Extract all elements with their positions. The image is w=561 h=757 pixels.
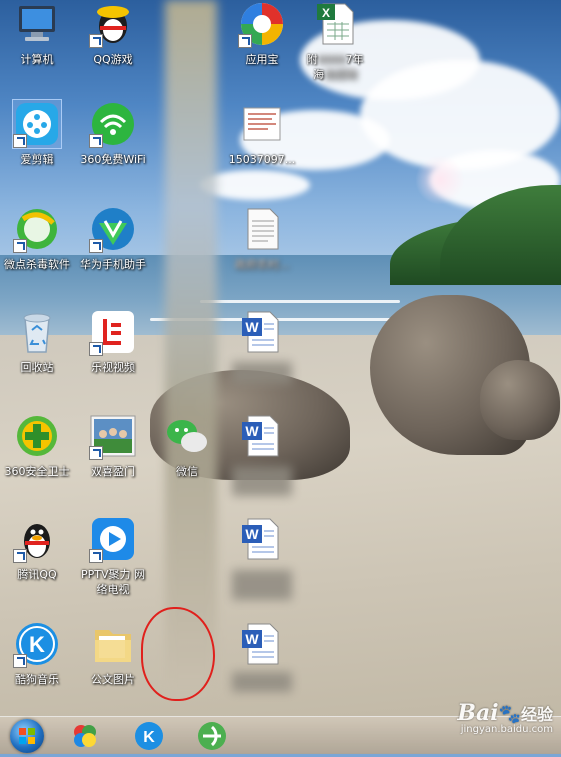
icon-label: 计算机 xyxy=(20,53,54,66)
watermark-logo-cn: 经验 xyxy=(520,705,553,724)
icon-label: 酷狗音乐 xyxy=(15,673,59,686)
shortcut-arrow-icon xyxy=(238,34,252,48)
shortcut-arrow-icon xyxy=(89,239,103,253)
icon-label: 爱剪辑 xyxy=(20,153,54,166)
desktop-icon-huawei-assistant[interactable]: 华为手机助手 xyxy=(76,205,150,272)
icon-label: 微信 xyxy=(176,465,198,478)
shortcut-arrow-icon xyxy=(13,654,27,668)
desktop-icon-kugou[interactable]: K 酷狗音乐 xyxy=(0,620,74,687)
desktop-icon-360-wifi[interactable]: 360免费WiFi xyxy=(76,100,150,167)
svg-text:W: W xyxy=(245,423,259,439)
desktop-icon-qq[interactable]: 腾讯QQ xyxy=(0,515,74,582)
icon-label: 双喜盈门 xyxy=(91,465,135,478)
baidu-watermark: Bai🐾经验 jingyan.baidu.com xyxy=(457,700,553,735)
icon-label: 华为手机助手 xyxy=(80,258,146,271)
icon-label: 360安全卫士 xyxy=(4,465,70,478)
kugou-icon[interactable]: K xyxy=(134,721,164,751)
desktop-icon-360-security[interactable]: 360安全卫士 xyxy=(0,412,74,479)
highlight-circle xyxy=(141,607,215,701)
svg-text:K: K xyxy=(143,729,155,746)
document-thumbnail-icon xyxy=(243,107,281,141)
blurred-label xyxy=(232,672,292,692)
blurred-label xyxy=(232,570,292,600)
excel-file-icon: X xyxy=(317,3,354,45)
folder-icon xyxy=(95,630,131,662)
icon-label: 腾讯QQ xyxy=(17,568,57,581)
shortcut-arrow-icon xyxy=(89,134,103,148)
icon-label: 乐视视频 xyxy=(91,361,135,374)
watermark-logo: Bai xyxy=(457,700,499,726)
icon-label: 回收站 xyxy=(20,361,54,374)
security-guard-icon xyxy=(17,416,57,456)
start-orb-icon[interactable] xyxy=(10,719,44,753)
colorful-app-icon[interactable] xyxy=(70,721,100,751)
desktop-icon-computer[interactable]: 计算机 xyxy=(0,0,74,67)
word-file-icon: W xyxy=(242,415,279,457)
desktop-icon-pptv[interactable]: PPTV聚力 网络电视 xyxy=(76,515,150,597)
shortcut-arrow-icon xyxy=(13,239,27,253)
desktop-icon-recycle-bin[interactable]: 回收站 xyxy=(0,308,74,375)
shortcut-arrow-icon xyxy=(13,549,27,563)
svg-text:W: W xyxy=(245,319,259,335)
icon-label: PPTV聚力 网络电视 xyxy=(80,568,145,596)
shortcut-arrow-icon xyxy=(89,34,103,48)
watermark-url: jingyan.baidu.com xyxy=(460,724,553,735)
desktop-icon-word-doc[interactable]: W xyxy=(225,412,299,460)
icon-label: 微点杀毒软件 xyxy=(4,258,70,271)
desktop-icon-word-doc[interactable]: W xyxy=(225,515,299,563)
blurred-region xyxy=(165,0,217,690)
blurred-label xyxy=(232,466,292,496)
svg-text:K: K xyxy=(29,632,45,657)
word-file-icon: W xyxy=(242,518,279,560)
shortcut-arrow-icon xyxy=(89,342,103,356)
recycle-bin-icon xyxy=(23,313,51,353)
icon-label: 应用宝 xyxy=(245,53,279,66)
shortcut-arrow-icon xyxy=(13,134,27,148)
desktop-icon-word-doc[interactable]: W xyxy=(225,308,299,356)
shortcut-arrow-icon xyxy=(89,446,103,460)
svg-text:W: W xyxy=(245,526,259,542)
shortcut-arrow-icon xyxy=(89,549,103,563)
desktop-icon-qq-game[interactable]: QQ游戏 xyxy=(76,0,150,67)
svg-text:X: X xyxy=(322,6,330,20)
icon-label: 360免费WiFi xyxy=(80,153,146,166)
icon-label: 附00007年 海南招聘 xyxy=(306,53,364,81)
desktop-icon-app-store[interactable]: 应用宝 xyxy=(225,0,299,67)
blurred-label xyxy=(232,362,292,384)
word-file-icon: W xyxy=(242,311,279,353)
word-file-icon: W xyxy=(242,623,279,665)
computer-icon xyxy=(19,6,55,41)
text-file-icon xyxy=(247,208,279,250)
desktop-icon-text-file[interactable]: 政府农村... xyxy=(225,205,299,272)
desktop-icon-folder[interactable]: 公文图片 xyxy=(76,620,150,687)
icon-label: 15037097... xyxy=(228,153,296,166)
icon-label: 公文图片 xyxy=(91,673,135,686)
desktop-icon-letv[interactable]: 乐视视频 xyxy=(76,308,150,375)
desktop-icon-word-doc[interactable]: W xyxy=(225,620,299,668)
svg-text:W: W xyxy=(245,631,259,647)
desktop-icon-antivirus[interactable]: 微点杀毒软件 xyxy=(0,205,74,272)
desktop-icon-excel[interactable]: X 附00007年 海南招聘 xyxy=(298,0,372,82)
icon-label: 政府农村... xyxy=(234,258,290,271)
wechat-icon xyxy=(167,420,207,452)
desktop-icon-document-thumbnail[interactable]: 15037097... xyxy=(225,100,299,167)
desktop-icon-movie[interactable]: 双喜盈门 xyxy=(76,412,150,479)
desktop-icon-video-editor[interactable]: 爱剪辑 xyxy=(0,99,74,167)
icon-label: QQ游戏 xyxy=(93,53,133,66)
desktop-icon-wechat[interactable]: 微信 xyxy=(150,412,224,479)
browser-icon[interactable] xyxy=(197,721,227,751)
